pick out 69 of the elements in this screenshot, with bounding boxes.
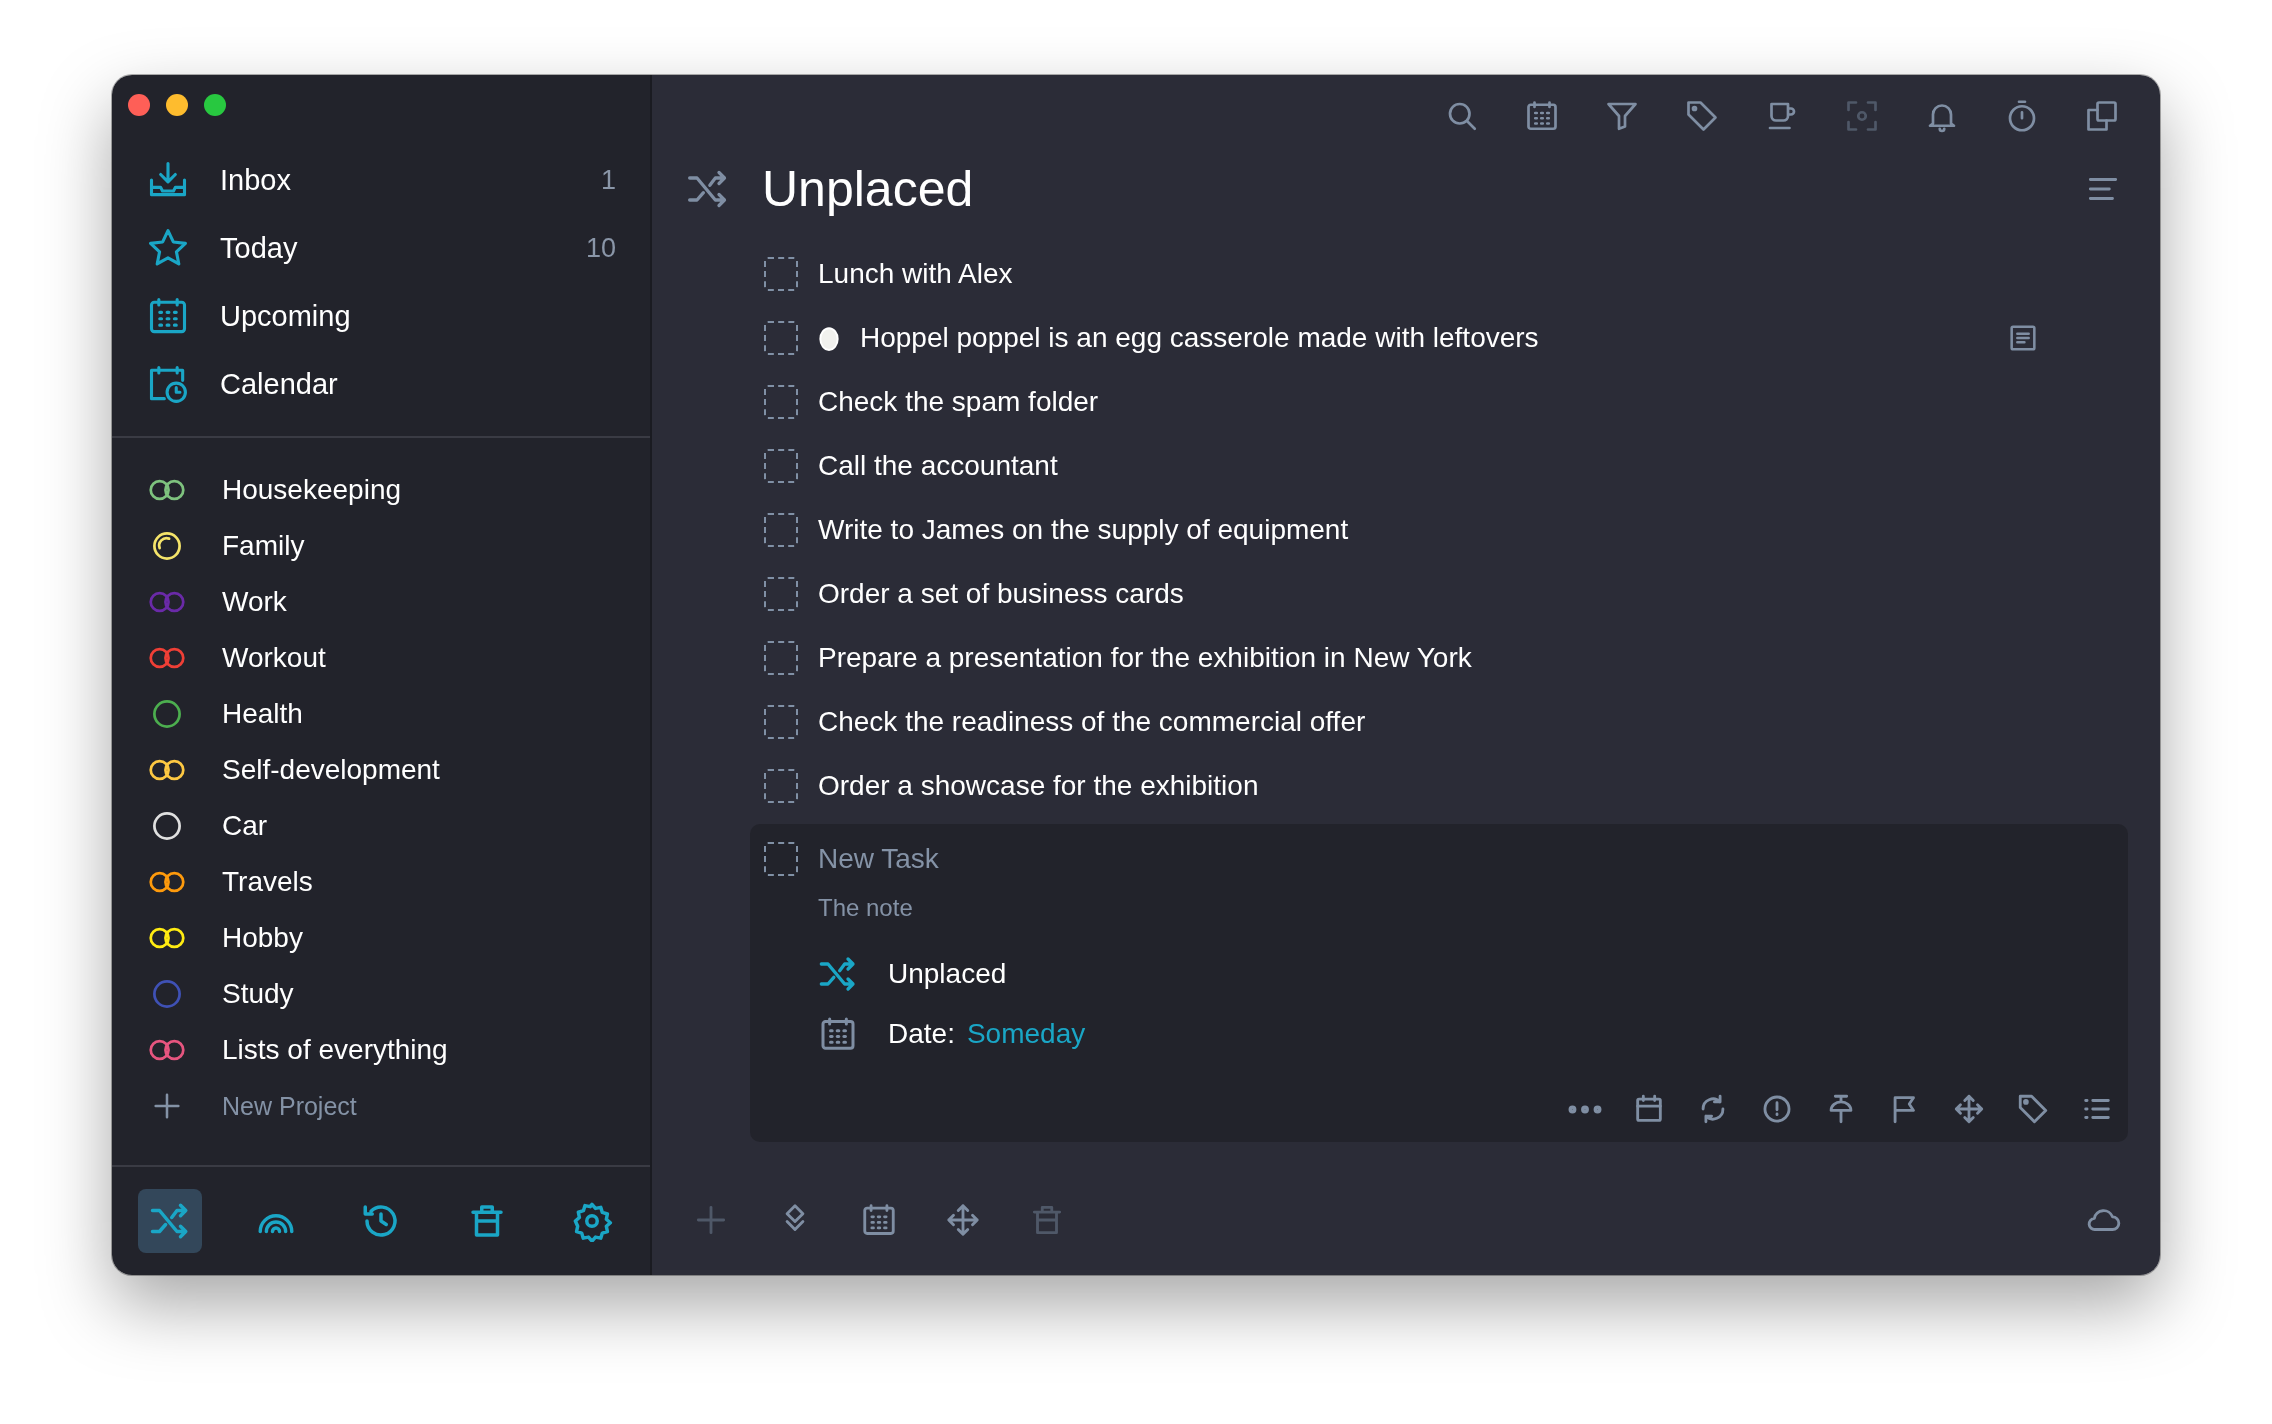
date-value[interactable]: Someday xyxy=(966,1018,1086,1050)
tag-button[interactable] xyxy=(2016,1092,2050,1126)
project-item[interactable]: Study xyxy=(146,966,616,1022)
item-count: 10 xyxy=(585,232,616,264)
shuffle-button[interactable] xyxy=(138,1189,202,1253)
note-field[interactable]: The note xyxy=(818,890,1218,926)
task-checkbox[interactable] xyxy=(764,257,798,291)
project-item[interactable]: Family xyxy=(146,518,616,574)
task-title: Call the accountant xyxy=(818,450,1059,482)
task-row[interactable]: Prepare a presentation for the exhibition in New York xyxy=(764,626,2160,690)
task-checkbox[interactable] xyxy=(764,513,798,547)
project-item[interactable]: Car xyxy=(146,798,616,854)
project-item[interactable]: Health xyxy=(146,686,616,742)
close-button[interactable] xyxy=(128,94,150,116)
move-icon xyxy=(1952,1092,1986,1126)
task-row[interactable]: Order a showcase for the exhibition xyxy=(764,754,2160,818)
move-icon xyxy=(944,1201,982,1239)
shuffle-icon xyxy=(818,954,858,994)
tag-icon xyxy=(2016,1092,2050,1126)
shuffle-icon xyxy=(149,1200,191,1242)
focus-icon xyxy=(1844,98,1880,134)
list-title: Unplaced xyxy=(762,160,975,218)
task-row[interactable]: Check the spam folder xyxy=(764,370,2160,434)
project-item[interactable]: Workout xyxy=(146,630,616,686)
zoom-button[interactable] xyxy=(204,94,226,116)
task-checkbox[interactable] xyxy=(764,449,798,483)
move-button[interactable] xyxy=(1952,1092,1986,1126)
settings-icon xyxy=(571,1200,613,1242)
project-item[interactable]: Work xyxy=(146,574,616,630)
task-row[interactable]: Write to James on the supply of equipment xyxy=(764,498,2160,562)
item-count: 1 xyxy=(600,164,616,196)
minimize-button[interactable] xyxy=(166,94,188,116)
task-title: Prepare a presentation for the exhibition in New York xyxy=(818,642,1473,674)
task-row[interactable]: Hoppel poppel is an egg casserole made with leftovers xyxy=(764,306,2160,370)
project-item[interactable]: Hobby xyxy=(146,910,616,966)
task-row[interactable]: Order a set of business cards xyxy=(764,562,2160,626)
project-item[interactable]: Lists of everything xyxy=(146,1022,616,1078)
copy-icon xyxy=(2084,98,2120,134)
task-row[interactable]: Check the readiness of the commercial offer xyxy=(764,690,2160,754)
task-checkbox[interactable] xyxy=(764,577,798,611)
task-title: Lunch with Alex xyxy=(818,258,1014,290)
sidebar-item[interactable]: Calendar xyxy=(146,350,616,418)
task-row[interactable]: Call the accountant xyxy=(764,434,2160,498)
sidebar-item[interactable]: Today 10 xyxy=(146,214,616,282)
task-checkbox[interactable] xyxy=(764,769,798,803)
task-title: Write to James on the supply of equipment xyxy=(818,514,1350,546)
new-project-button[interactable]: New Project xyxy=(146,1078,616,1134)
task-checkbox[interactable] xyxy=(764,321,798,355)
tag-icon xyxy=(1684,98,1720,134)
task-title: Check the readiness of the commercial offer xyxy=(818,706,1367,738)
task-title: Order a set of business cards xyxy=(818,578,1185,610)
task-title: Order a showcase for the exhibition xyxy=(818,770,1260,802)
task-checkbox[interactable] xyxy=(764,641,798,675)
move-button[interactable] xyxy=(944,1201,982,1239)
more-icon xyxy=(1568,1104,1602,1114)
task-title-field[interactable]: New Task xyxy=(818,843,1418,875)
task-checkbox[interactable] xyxy=(764,705,798,739)
task-checkbox[interactable] xyxy=(764,385,798,419)
task-title: Hoppel poppel is an egg casserole made with leftovers xyxy=(860,322,1540,354)
project-item[interactable]: Housekeeping xyxy=(146,462,616,518)
project-item[interactable]: Travels xyxy=(146,854,616,910)
project-label[interactable]: Unplaced xyxy=(888,958,1007,990)
date-label: Date: xyxy=(888,1018,955,1050)
sidebar-item[interactable]: Upcoming xyxy=(146,282,616,350)
task-row[interactable]: Lunch with Alex xyxy=(764,242,2160,306)
project-item[interactable]: Self-development xyxy=(146,742,616,798)
task-title: Check the spam folder xyxy=(818,386,1100,418)
task-checkbox[interactable] xyxy=(764,842,798,876)
sidebar-item[interactable]: Inbox 1 xyxy=(146,146,616,214)
